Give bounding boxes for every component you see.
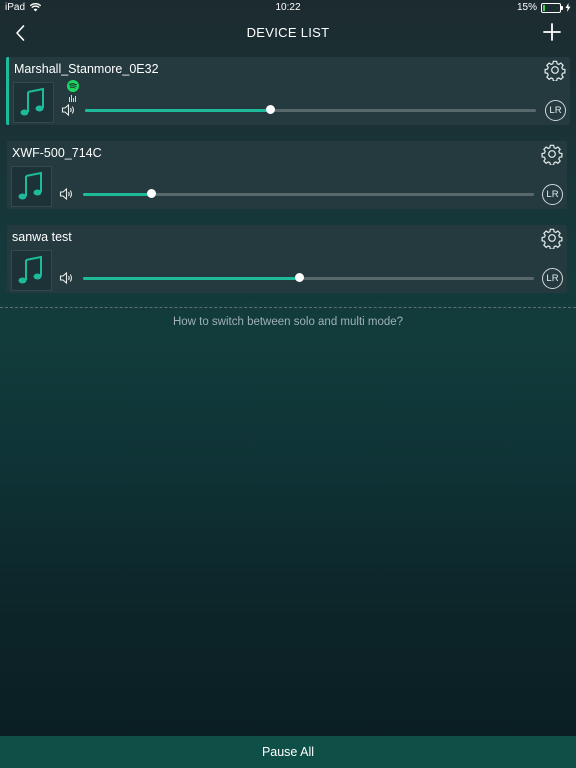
- pause-all-button[interactable]: Pause All: [262, 736, 314, 768]
- gear-icon[interactable]: [544, 59, 566, 81]
- page-title: DEVICE LIST: [246, 25, 330, 40]
- status-time: 10:22: [275, 2, 301, 13]
- lr-channel-button[interactable]: LR: [542, 184, 563, 205]
- music-note-icon: [20, 87, 44, 116]
- nav-bar: DEVICE LIST: [0, 16, 576, 48]
- status-right: 15%: [517, 2, 571, 13]
- music-note-icon: [18, 255, 42, 284]
- plus-icon[interactable]: [542, 22, 562, 42]
- battery-percent: 15%: [516, 2, 537, 13]
- device-name: XWF-500_714C: [12, 146, 102, 160]
- volume-knob[interactable]: [295, 273, 305, 282]
- speaker-volume-icon[interactable]: [59, 271, 75, 285]
- album-art: [13, 82, 54, 123]
- album-art: [11, 166, 52, 207]
- gear-icon[interactable]: [541, 227, 563, 249]
- status-bar: iPad 10:22 15%: [0, 0, 576, 16]
- volume-slider[interactable]: [83, 189, 534, 198]
- album-art: [11, 250, 52, 291]
- battery-icon: [541, 2, 563, 13]
- volume-knob[interactable]: [265, 105, 275, 114]
- volume-fill: [85, 109, 270, 112]
- volume-slider[interactable]: [85, 105, 536, 114]
- section-divider: [0, 307, 576, 308]
- charging-bolt-icon: [565, 3, 571, 12]
- speaker-volume-icon[interactable]: [61, 103, 77, 117]
- volume-fill: [83, 277, 300, 280]
- volume-knob[interactable]: [146, 189, 156, 198]
- volume-fill: [83, 193, 151, 196]
- spotify-icon: [67, 80, 79, 92]
- lr-channel-button[interactable]: LR: [542, 268, 563, 289]
- music-note-icon: [18, 171, 42, 200]
- equalizer-icon: [69, 95, 76, 102]
- speaker-volume-icon[interactable]: [59, 187, 75, 201]
- solo-multi-help-link[interactable]: How to switch between solo and multi mod…: [0, 316, 576, 328]
- footer-bar: Pause All: [0, 736, 576, 768]
- gear-icon[interactable]: [541, 143, 563, 165]
- device-card[interactable]: Marshall_Stanmore_0E32 LR: [6, 57, 570, 125]
- device-card[interactable]: sanwa test LR: [7, 225, 567, 293]
- device-name: sanwa test: [12, 230, 72, 244]
- device-name: Marshall_Stanmore_0E32: [14, 62, 159, 76]
- lr-channel-button[interactable]: LR: [545, 100, 566, 121]
- volume-slider[interactable]: [83, 273, 534, 282]
- device-card[interactable]: XWF-500_714C LR: [7, 141, 567, 209]
